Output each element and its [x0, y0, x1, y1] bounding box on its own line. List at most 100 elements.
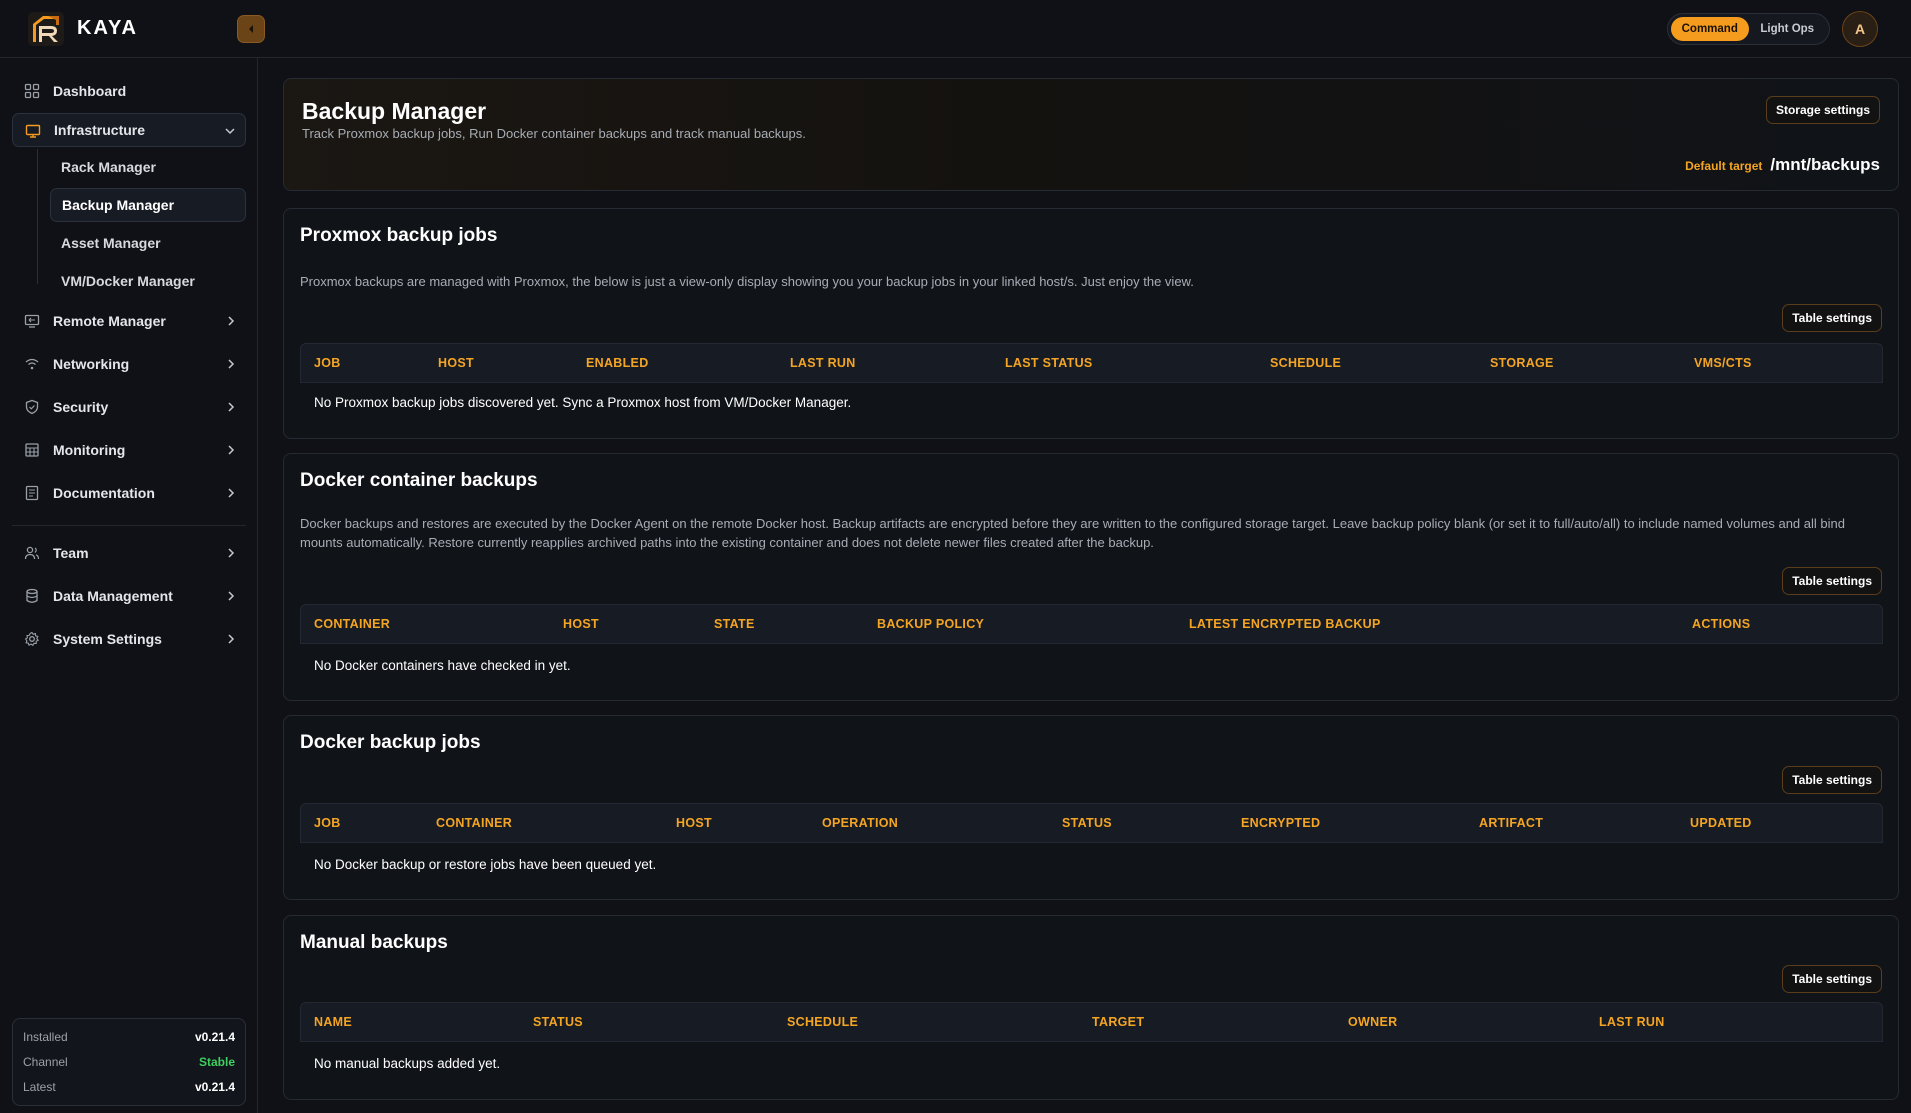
sidebar-item-system-settings[interactable]: System Settings [12, 622, 246, 656]
gear-icon [24, 631, 40, 647]
empty-state-message: No Proxmox backup jobs discovered yet. S… [314, 395, 852, 410]
remote-icon [24, 314, 40, 328]
table-header: JOB CONTAINER HOST OPERATION STATUS ENCR… [300, 803, 1883, 843]
sidebar-item-dashboard[interactable]: Dashboard [12, 74, 246, 108]
tree-line [37, 149, 38, 284]
sidebar-item-documentation[interactable]: Documentation [12, 476, 246, 510]
table-settings-button[interactable]: Table settings [1782, 965, 1882, 993]
table-settings-button[interactable]: Table settings [1782, 567, 1882, 595]
sidebar-item-label: System Settings [53, 631, 162, 647]
sidebar-subitem-vm-docker-manager[interactable]: VM/Docker Manager [50, 264, 246, 298]
docker-container-backups-card: Docker container backups Docker backups … [283, 453, 1899, 701]
table-settings-button[interactable]: Table settings [1782, 766, 1882, 794]
column-header[interactable]: HOST [563, 617, 599, 631]
default-target: Default target /mnt/backups [1685, 155, 1880, 175]
sidebar-item-label: Documentation [53, 485, 155, 501]
column-header[interactable]: TARGET [1092, 1015, 1144, 1029]
column-header[interactable]: STATUS [1062, 816, 1112, 830]
column-header[interactable]: ARTIFACT [1479, 816, 1543, 830]
column-header[interactable]: STATE [714, 617, 755, 631]
column-header[interactable]: HOST [438, 356, 474, 370]
manual-backups-card: Manual backups Table settings NAME STATU… [283, 915, 1899, 1100]
sidebar-item-data-management[interactable]: Data Management [12, 579, 246, 613]
column-header[interactable]: OPERATION [822, 816, 898, 830]
column-header[interactable]: OWNER [1348, 1015, 1397, 1029]
default-target-label: Default target [1685, 159, 1763, 173]
page-header-card: Backup Manager Track Proxmox backup jobs… [283, 78, 1899, 191]
column-header[interactable]: LAST RUN [790, 356, 856, 370]
version-latest-row: Latest v0.21.4 [23, 1080, 235, 1100]
sidebar-item-monitoring[interactable]: Monitoring [12, 433, 246, 467]
shield-icon [25, 399, 39, 415]
section-title: Docker backup jobs [300, 732, 481, 753]
sidebar-subitem-asset-manager[interactable]: Asset Manager [50, 226, 246, 260]
sidebar-item-infrastructure[interactable]: Infrastructure [12, 113, 246, 147]
column-header[interactable]: CONTAINER [314, 617, 390, 631]
version-latest-label: Latest [23, 1080, 56, 1094]
sidebar-item-label: Data Management [53, 588, 173, 604]
mode-command-button[interactable]: Command [1671, 17, 1749, 41]
chevron-right-icon [228, 359, 235, 369]
chevron-right-icon [228, 591, 235, 601]
column-header[interactable]: ACTIONS [1692, 617, 1750, 631]
app-name: KAYA [77, 17, 138, 39]
sidebar-item-networking[interactable]: Networking [12, 347, 246, 381]
sidebar-item-label: Dashboard [53, 83, 127, 99]
empty-state-message: No Docker containers have checked in yet… [314, 658, 571, 673]
column-header[interactable]: LAST STATUS [1005, 356, 1093, 370]
wifi-icon [25, 358, 39, 370]
column-header[interactable]: LAST RUN [1599, 1015, 1665, 1029]
page-subtitle: Track Proxmox backup jobs, Run Docker co… [302, 126, 806, 141]
sidebar-item-security[interactable]: Security [12, 390, 246, 424]
top-bar: KAYA Command Light Ops A [0, 0, 1911, 58]
users-icon [24, 546, 40, 560]
column-header[interactable]: ENABLED [586, 356, 649, 370]
column-header[interactable]: SCHEDULE [1270, 356, 1341, 370]
page-title: Backup Manager [302, 98, 487, 124]
chevron-right-icon [228, 316, 235, 326]
version-installed-value: v0.21.4 [194, 1030, 235, 1044]
sidebar-item-label: Team [53, 545, 89, 561]
default-target-value: /mnt/backups [1770, 155, 1880, 174]
user-avatar[interactable]: A [1842, 11, 1878, 47]
docker-backup-jobs-card: Docker backup jobs Table settings JOB CO… [283, 715, 1899, 900]
grid-icon [24, 83, 40, 99]
chevron-down-icon [225, 128, 235, 135]
sidebar-item-remote-manager[interactable]: Remote Manager [12, 304, 246, 338]
table-header: NAME STATUS SCHEDULE TARGET OWNER LAST R… [300, 1002, 1883, 1042]
sidebar-item-team[interactable]: Team [12, 536, 246, 570]
mode-light-ops-button[interactable]: Light Ops [1749, 17, 1827, 41]
version-channel-label: Channel [23, 1055, 68, 1069]
section-description: Proxmox backups are managed with Proxmox… [300, 274, 1194, 289]
column-header[interactable]: NAME [314, 1015, 352, 1029]
sidebar-collapse-button[interactable] [237, 15, 265, 43]
column-header[interactable]: BACKUP POLICY [877, 617, 984, 631]
column-header[interactable]: JOB [314, 356, 341, 370]
column-header[interactable]: CONTAINER [436, 816, 512, 830]
column-header[interactable]: STORAGE [1490, 356, 1554, 370]
empty-state-message: No Docker backup or restore jobs have be… [314, 857, 657, 872]
section-title: Docker container backups [300, 470, 538, 491]
column-header[interactable]: UPDATED [1690, 816, 1752, 830]
table-header: JOB HOST ENABLED LAST RUN LAST STATUS SC… [300, 343, 1883, 383]
table-settings-button[interactable]: Table settings [1782, 304, 1882, 332]
column-header[interactable]: HOST [676, 816, 712, 830]
column-header[interactable]: ENCRYPTED [1241, 816, 1320, 830]
chevron-right-icon [228, 634, 235, 644]
column-header[interactable]: LATEST ENCRYPTED BACKUP [1189, 617, 1381, 631]
section-title: Proxmox backup jobs [300, 225, 498, 246]
sidebar-subitem-backup-manager[interactable]: Backup Manager [50, 188, 246, 222]
database-icon [26, 588, 38, 603]
sidebar-subitem-rack-manager[interactable]: Rack Manager [50, 150, 246, 184]
column-header[interactable]: SCHEDULE [787, 1015, 858, 1029]
column-header[interactable]: JOB [314, 816, 341, 830]
sidebar-item-label: Security [53, 399, 109, 415]
kaya-logo-icon[interactable] [28, 12, 64, 46]
chevron-right-icon [228, 488, 235, 498]
section-title: Manual backups [300, 932, 448, 953]
chevron-right-icon [228, 548, 235, 558]
column-header[interactable]: STATUS [533, 1015, 583, 1029]
sidebar-item-label: Monitoring [53, 442, 126, 458]
column-header[interactable]: VMS/CTS [1694, 356, 1752, 370]
storage-settings-button[interactable]: Storage settings [1765, 96, 1880, 124]
